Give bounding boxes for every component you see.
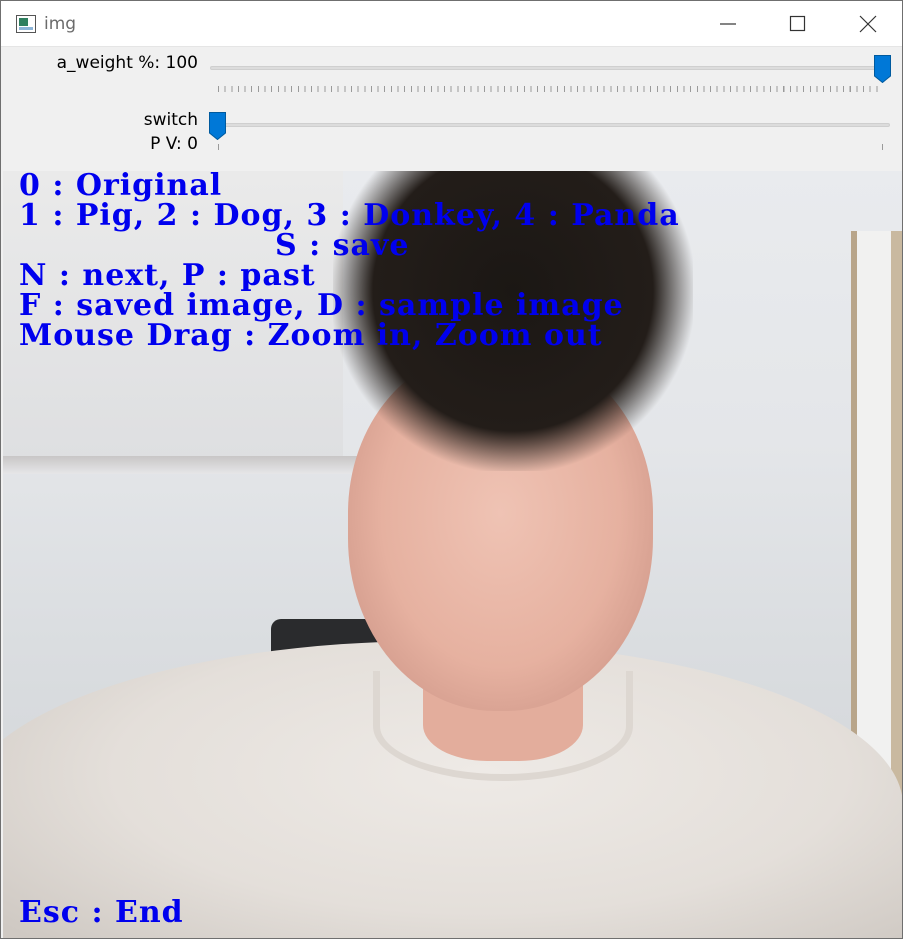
overlay-text-save: S : save [275,228,410,263]
switch-tick-end [882,144,883,150]
a-weight-ticks [218,86,883,92]
pv-label: P V: 0 [150,134,198,154]
switch-trackbar[interactable] [210,123,890,127]
close-icon [859,15,877,33]
ceiling-molding [3,456,363,474]
overlay-text-images: F : saved image, D : sample image [19,288,624,323]
minimize-button[interactable] [693,1,763,47]
opencv-window-icon [16,15,36,33]
overlay-text-original: 0 : Original [19,171,223,203]
window-title: img [44,14,77,34]
switch-slider-thumb[interactable] [209,112,226,140]
opencv-window: img a_weight %: 100 switch P V: 0 0: Or… [0,0,903,939]
overlay-text-esc: Esc : End [19,895,184,930]
switch-tick-start [218,144,219,150]
maximize-button[interactable] [763,1,833,47]
overlay-text-next-past: N : next, P : past [19,258,316,293]
switch-label: switch [143,110,198,130]
camera-image[interactable]: 0 : Original 1 : Pig, 2 : Dog, 3 : Donke… [3,171,902,938]
maximize-icon [789,15,806,32]
title-bar[interactable]: img [1,1,902,47]
overlay-text-animals: 1 : Pig, 2 : Dog, 3 : Donkey, 4 : Panda [19,198,680,233]
close-button[interactable] [833,1,902,47]
a-weight-label: a_weight %: 100 [56,53,198,73]
overlay-text-zoom: Mouse Drag : Zoom in, Zoom out [19,318,603,353]
a-weight-slider-thumb[interactable] [874,55,891,83]
a-weight-trackbar[interactable] [210,66,890,70]
minimize-icon [720,23,736,25]
trackbar-panel: a_weight %: 100 switch P V: 0 [1,48,902,171]
